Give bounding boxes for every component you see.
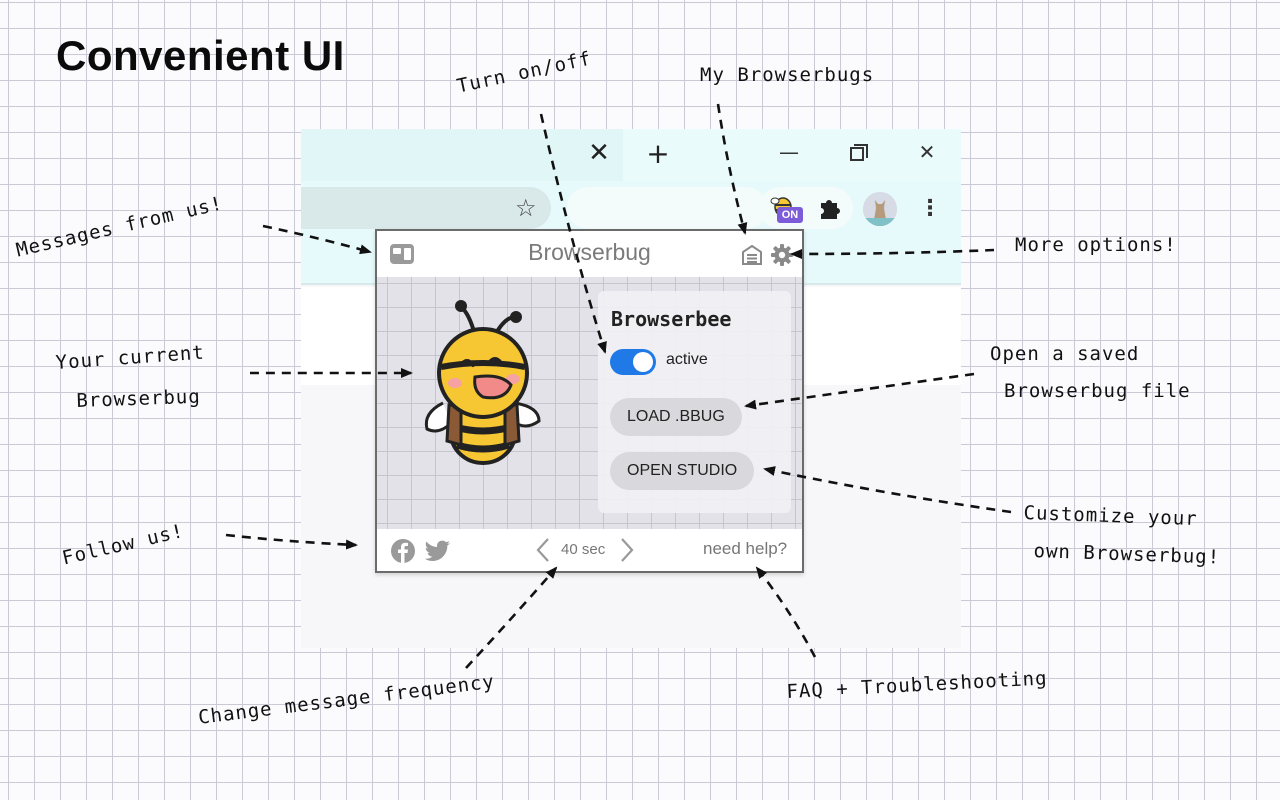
need-help-link[interactable]: need help? xyxy=(703,539,787,559)
twitter-icon[interactable] xyxy=(425,540,451,562)
new-tab-button[interactable]: + xyxy=(643,139,673,169)
chevron-left-icon[interactable] xyxy=(535,537,551,563)
page-title: Convenient UI xyxy=(56,32,345,79)
annotation-more-options: More options! xyxy=(1015,234,1177,256)
tab-close-icon[interactable]: ✕ xyxy=(585,139,613,167)
active-toggle[interactable] xyxy=(610,349,656,375)
extension-popup: Browserbug Browserbee active LOAD .BBUG … xyxy=(375,229,804,573)
restore-icon xyxy=(850,144,868,161)
popup-header: Browserbug xyxy=(377,231,802,277)
browserbee-character[interactable] xyxy=(417,295,557,475)
annotation-open-saved-line1: Open a saved xyxy=(990,343,1140,365)
annotation-follow-us: Follow us! xyxy=(60,520,187,570)
address-bar[interactable] xyxy=(301,187,551,229)
bug-info-card: Browserbee active LOAD .BBUG OPEN STUDIO xyxy=(598,291,791,513)
open-studio-button[interactable]: OPEN STUDIO xyxy=(610,452,755,490)
annotation-current-bug-line2: Browserbug xyxy=(76,385,202,412)
bug-name: Browserbee xyxy=(611,307,732,331)
annotation-customize-line2: own Browserbug! xyxy=(1033,540,1221,569)
chevron-right-icon[interactable] xyxy=(619,537,635,563)
bugs-icon[interactable] xyxy=(741,244,763,266)
annotation-my-browserbugs: My Browserbugs xyxy=(700,64,875,86)
toggle-knob xyxy=(633,352,653,372)
gear-icon[interactable] xyxy=(770,243,794,267)
annotation-open-saved-line2: Browserbug file xyxy=(1004,380,1191,402)
popup-body: Browserbee active LOAD .BBUG OPEN STUDIO xyxy=(377,277,802,529)
address-bar-extension-area xyxy=(567,187,767,229)
window-close-button[interactable]: ✕ xyxy=(909,137,945,167)
annotation-turn-on-off: Turn on/off xyxy=(455,47,594,98)
extension-on-badge: ON xyxy=(777,207,803,223)
kebab-menu-icon[interactable]: ⋮ xyxy=(919,195,941,223)
frequency-value: 40 sec xyxy=(561,541,606,558)
tab-strip: ✕ + — ✕ xyxy=(301,129,961,181)
popup-footer: 40 sec need help? xyxy=(377,529,802,571)
minimize-button[interactable]: — xyxy=(771,137,807,167)
avatar[interactable] xyxy=(863,192,897,226)
annotation-change-frequency: Change message frequency xyxy=(197,670,497,729)
star-icon[interactable]: ☆ xyxy=(515,194,537,222)
annotation-customize-line1: Customize your xyxy=(1023,502,1199,531)
active-tab[interactable] xyxy=(301,129,623,181)
popup-title: Browserbug xyxy=(528,239,651,265)
toggle-label: active xyxy=(666,351,708,368)
load-bbug-button[interactable]: LOAD .BBUG xyxy=(610,398,742,436)
puzzle-icon[interactable] xyxy=(817,194,843,222)
restore-button[interactable] xyxy=(839,137,875,167)
annotation-messages: Messages from us! xyxy=(14,192,225,262)
annotation-current-bug-line1: Your current xyxy=(55,341,206,374)
facebook-icon[interactable] xyxy=(391,539,415,563)
annotation-faq: FAQ + Troubleshooting xyxy=(786,667,1049,703)
